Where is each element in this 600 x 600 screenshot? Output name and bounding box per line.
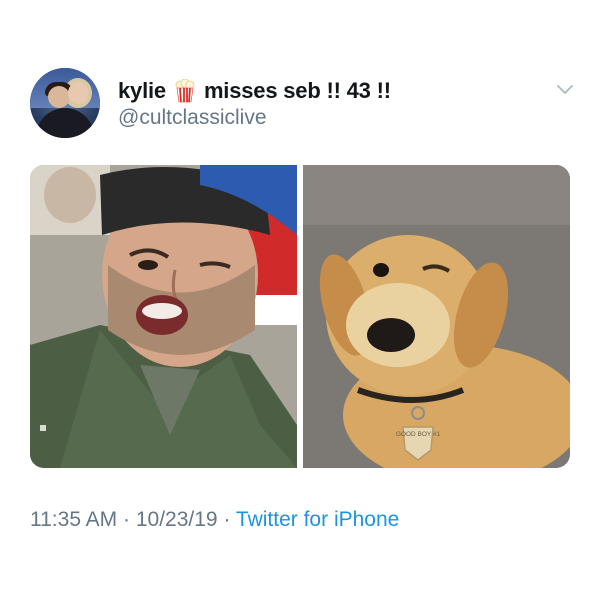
tweet-date[interactable]: 10/23/19 [136, 508, 218, 531]
display-name-text: kylie [118, 78, 166, 103]
meta-separator-1: · [123, 508, 131, 531]
tweet-meta: 11:35 AM · 10/23/19 · Twitter for iPhone [30, 508, 399, 532]
tweet-time[interactable]: 11:35 AM [30, 508, 117, 531]
meta-separator-2: · [223, 508, 231, 531]
tweet-card: kylie misses seb !! 43 !! @cultclassicli… [0, 0, 600, 600]
tweet-media: GOOD BOY #1 [30, 165, 570, 468]
avatar-face [48, 86, 70, 108]
tweet-source-link[interactable]: Twitter for iPhone [236, 508, 399, 531]
man-winking-photo[interactable] [30, 165, 297, 468]
puppy-winking-image: GOOD BOY #1 [303, 165, 570, 468]
display-name-suffix: misses seb !! 43 !! [203, 78, 391, 103]
popcorn-icon [175, 79, 195, 103]
profile-avatar[interactable] [30, 68, 100, 138]
puppy-winking-photo[interactable]: GOOD BOY #1 [303, 165, 570, 468]
user-handle[interactable]: @cultclassiclive [118, 106, 267, 130]
avatar-face-2 [68, 82, 88, 104]
man-winking-image [30, 165, 297, 468]
display-name[interactable]: kylie misses seb !! 43 !! [118, 78, 391, 104]
chevron-down-icon[interactable] [556, 84, 574, 96]
avatar-body [36, 108, 94, 138]
dog-tag-label: GOOD BOY #1 [396, 431, 441, 438]
